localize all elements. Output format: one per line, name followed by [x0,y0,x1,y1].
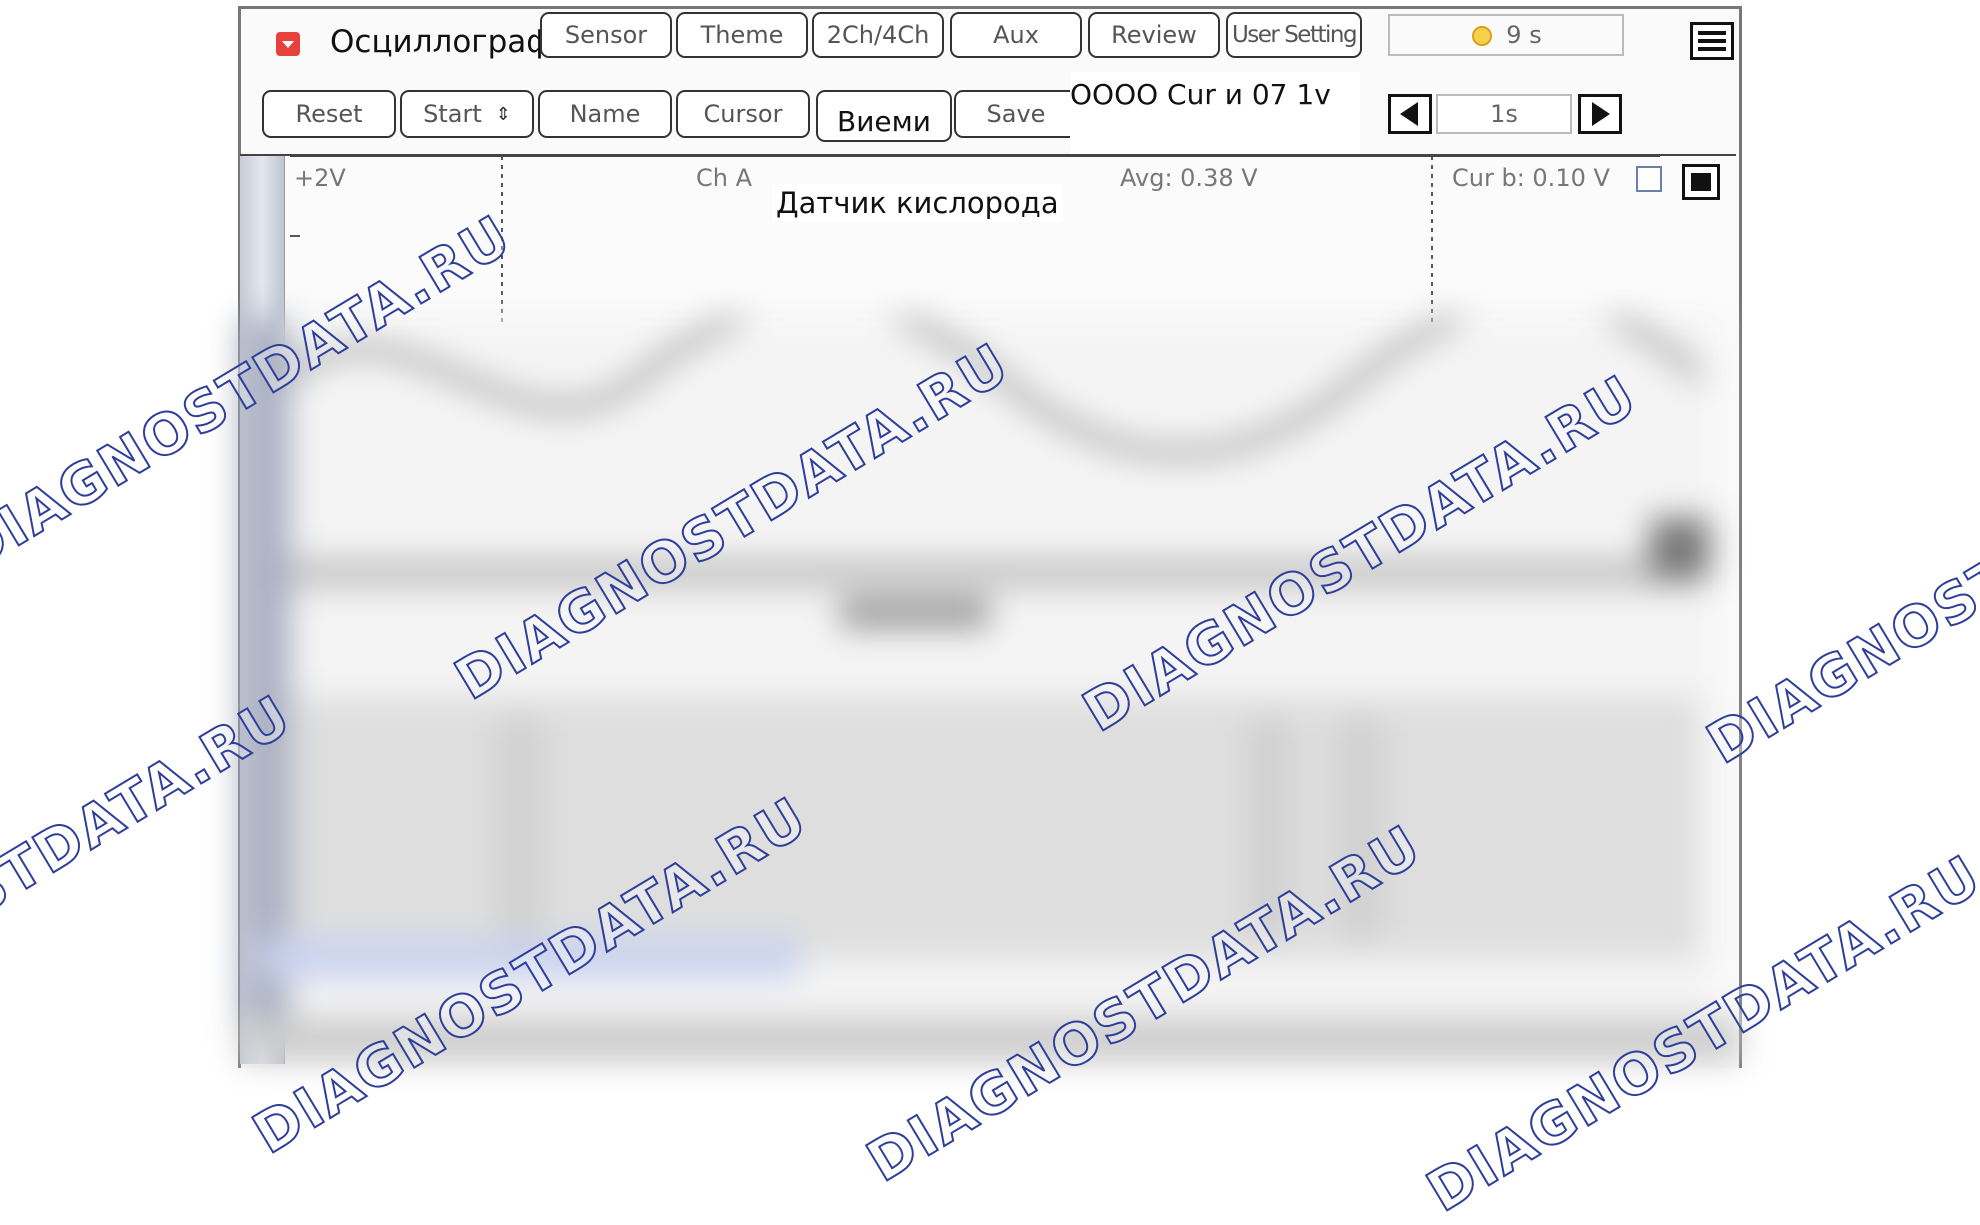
arrow-right-icon[interactable] [1578,94,1622,134]
timer-value: 9 s [1506,21,1542,49]
name-button[interactable]: Name [538,90,672,138]
aux-button[interactable]: Aux [950,12,1082,58]
arrow-left-icon[interactable] [1388,94,1432,134]
hamburger-menu-icon[interactable] [1690,22,1734,60]
cursor-button[interactable]: Cursor [676,90,810,138]
theme-button[interactable]: Theme [676,12,808,58]
time-button[interactable]: Виеми [816,90,952,142]
dropdown-icon[interactable] [276,32,300,56]
voltage-scale-label: +2V [294,164,346,192]
timer-display: 9 s [1388,14,1624,56]
user-setting-button[interactable]: User Setting [1226,12,1362,58]
timer-icon [1470,24,1493,46]
start-button[interactable]: Start ⇕ [400,90,534,138]
checkbox[interactable] [1636,166,1662,192]
average-label: Avg: 0.38 V [1120,164,1258,192]
start-label: Start [423,100,482,128]
save-button[interactable]: Save [954,90,1078,138]
channel-toggle-button[interactable]: 2Ch/4Ch [812,12,944,58]
reset-button[interactable]: Reset [262,90,396,138]
sensor-button[interactable]: Sensor [540,12,672,58]
updown-icon: ⇕ [495,103,511,125]
cursor-b-label: Cur b: 0.10 V [1452,164,1610,192]
channel-label: Ch A [696,164,753,192]
review-button[interactable]: Review [1088,12,1220,58]
time-step-value: 1s [1436,94,1572,134]
stop-icon[interactable] [1682,164,1720,200]
sensor-title: Датчик кислорода [772,184,1063,222]
app-title: Осциллограф [330,24,553,60]
